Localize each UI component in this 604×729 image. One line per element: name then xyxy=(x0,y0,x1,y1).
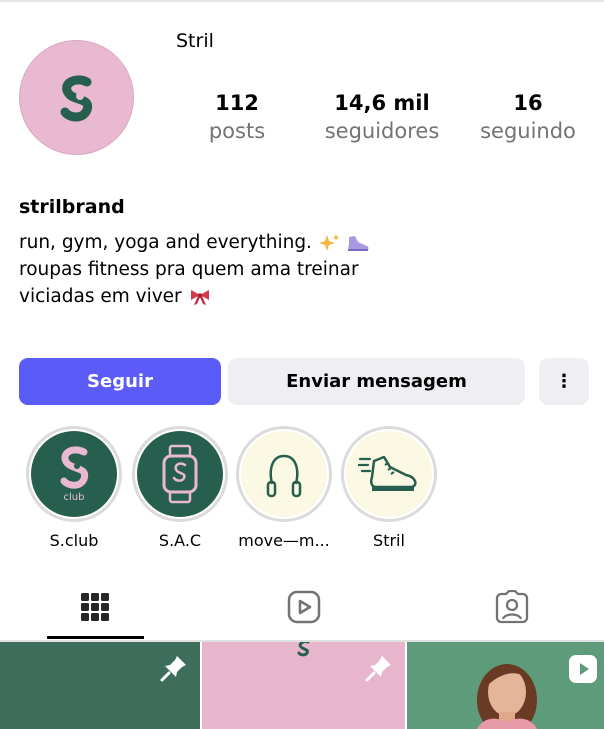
highlight-label: move—m... xyxy=(238,531,330,550)
stril-club-logo-icon: club xyxy=(60,446,89,503)
top-divider xyxy=(0,0,604,2)
send-message-button[interactable]: Enviar mensagem xyxy=(228,358,525,405)
bio: run, gym, yoga and everything. roupas fi… xyxy=(19,229,370,310)
bio-line: viciadas em viver xyxy=(19,283,370,310)
tab-posts-grid[interactable] xyxy=(47,574,143,640)
post-thumbnail[interactable] xyxy=(407,642,604,729)
stat-followers[interactable]: 14,6 mil seguidores xyxy=(316,91,448,143)
stat-posts-label: posts xyxy=(208,119,266,143)
highlight-item[interactable]: Stril xyxy=(340,426,438,550)
stat-posts-value: 112 xyxy=(215,91,259,115)
highlight-cover xyxy=(346,431,432,517)
stat-following-label: seguindo xyxy=(480,119,576,143)
ribbon-icon xyxy=(190,289,209,305)
bio-line: run, gym, yoga and everything. xyxy=(19,229,370,256)
highlight-item[interactable]: move—m... xyxy=(235,426,333,550)
highlight-ring: club xyxy=(26,426,122,522)
avatar[interactable] xyxy=(19,40,134,155)
stril-logo-icon xyxy=(60,74,92,121)
svg-text:club: club xyxy=(64,492,85,503)
sneaker-icon xyxy=(347,235,369,251)
post-thumbnail[interactable] xyxy=(0,642,200,729)
pin-icon xyxy=(160,656,186,682)
highlight-item[interactable]: S.A.C xyxy=(131,426,229,550)
sparkles-icon xyxy=(318,233,340,251)
highlight-cover xyxy=(137,431,223,517)
reel-icon xyxy=(569,655,597,683)
stat-followers-value: 14,6 mil xyxy=(334,91,430,115)
bio-text: viciadas em viver xyxy=(19,286,182,307)
pin-icon xyxy=(365,656,391,682)
profile-tabs xyxy=(0,574,604,640)
stat-following[interactable]: 16 seguindo xyxy=(472,91,584,143)
highlight-cover: club xyxy=(31,431,117,517)
stat-following-value: 16 xyxy=(513,91,543,115)
highlight-ring xyxy=(341,426,437,522)
bio-text: run, gym, yoga and everything. xyxy=(19,232,312,253)
running-shoe-icon xyxy=(358,455,417,491)
reels-icon xyxy=(287,590,321,624)
tab-reels[interactable] xyxy=(256,574,352,640)
grid-icon xyxy=(81,593,109,621)
profile-name: Stril xyxy=(176,30,214,52)
tagged-icon xyxy=(495,590,529,624)
active-tab-indicator xyxy=(47,636,144,639)
smartwatch-icon xyxy=(162,444,198,504)
highlight-cover xyxy=(241,431,327,517)
tab-tagged[interactable] xyxy=(464,574,560,640)
follow-button[interactable]: Seguir xyxy=(19,358,221,405)
highlight-label: Stril xyxy=(373,531,405,550)
jump-rope-icon xyxy=(266,454,302,498)
highlight-label: S.A.C xyxy=(158,531,202,550)
highlight-ring xyxy=(132,426,228,522)
post-thumbnail[interactable] xyxy=(202,642,405,729)
stat-followers-label: seguidores xyxy=(324,119,440,143)
bio-text: roupas fitness pra quem ama treinar xyxy=(19,259,359,280)
username: strilbrand xyxy=(19,196,125,218)
more-options-button[interactable]: ⋮ xyxy=(539,358,589,405)
highlight-ring xyxy=(236,426,332,522)
stril-logo-icon xyxy=(297,642,310,657)
stat-posts[interactable]: 112 posts xyxy=(197,91,277,143)
bio-line: roupas fitness pra quem ama treinar xyxy=(19,256,370,283)
highlight-item[interactable]: club S.club xyxy=(25,426,123,550)
highlight-label: S.club xyxy=(49,531,99,550)
